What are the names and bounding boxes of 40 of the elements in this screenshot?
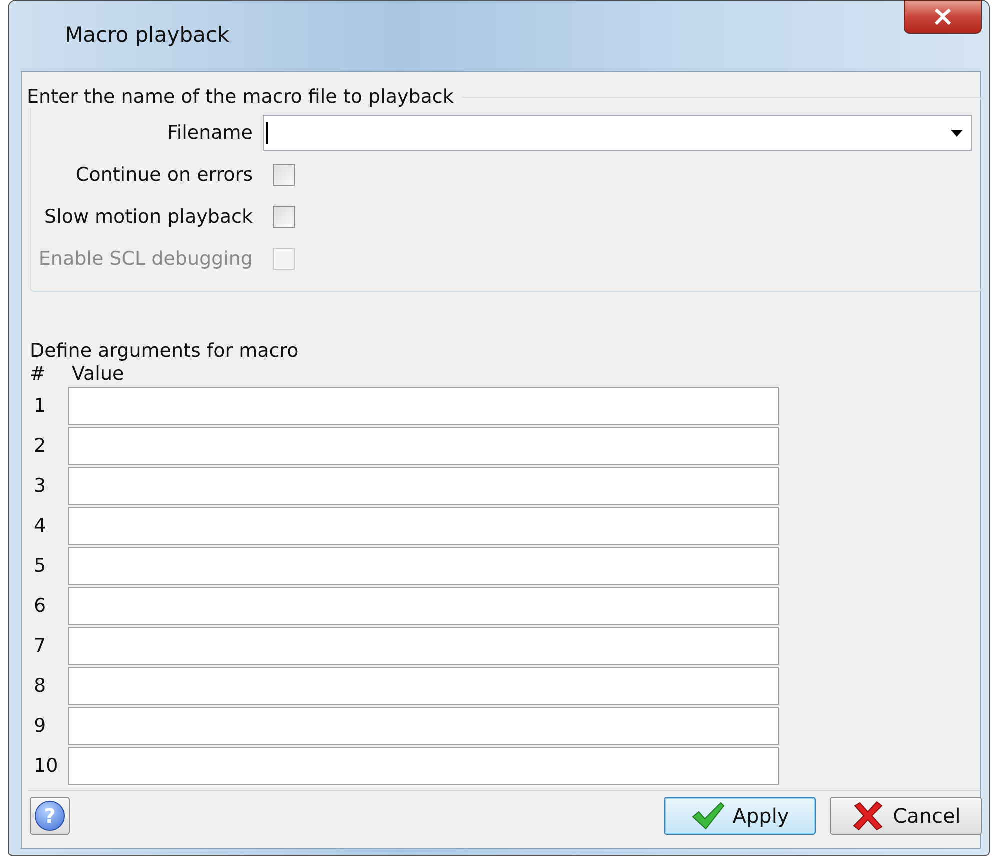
- checkbox[interactable]: [273, 206, 295, 228]
- filename-label: Filename: [166, 122, 253, 144]
- value-field[interactable]: [68, 387, 779, 425]
- close-icon: [934, 9, 952, 25]
- row-number: 10: [33, 755, 60, 777]
- row-number: 6: [33, 595, 48, 617]
- window-title: Macro playback: [65, 23, 230, 47]
- value-field[interactable]: [68, 507, 779, 545]
- cross-icon: [851, 801, 886, 831]
- row-number: 9: [33, 715, 48, 737]
- column-header: Value: [72, 363, 124, 385]
- value-field[interactable]: [68, 667, 779, 705]
- dropdown-icon: [951, 130, 963, 136]
- group-title: Enter the name of the macro file to playback: [26, 86, 455, 108]
- checkbox-label: Continue on errors: [74, 164, 253, 186]
- value-field[interactable]: [68, 587, 779, 625]
- row-number: 7: [33, 635, 48, 657]
- value-field[interactable]: [68, 707, 779, 745]
- close-button[interactable]: [904, 0, 982, 34]
- value-field[interactable]: [68, 427, 779, 465]
- row-number: 2: [33, 435, 48, 457]
- row-number: 4: [33, 515, 48, 537]
- row-number: 1: [33, 395, 48, 417]
- value-field[interactable]: [68, 547, 779, 585]
- value-field[interactable]: [68, 627, 779, 665]
- row-number: 8: [33, 675, 48, 697]
- column-header: #: [30, 363, 47, 385]
- checkbox[interactable]: [273, 164, 295, 186]
- row-number: 3: [33, 475, 48, 497]
- row-number: 5: [33, 555, 48, 577]
- filename-combo[interactable]: [263, 115, 972, 151]
- checkbox-label: Slow motion playback: [44, 206, 253, 228]
- checkmark-icon: [690, 801, 725, 831]
- checkbox-label: Enable SCL debugging: [38, 248, 253, 270]
- text-cursor: [266, 122, 268, 144]
- apply-button[interactable]: Apply: [664, 797, 816, 835]
- value-field[interactable]: [68, 747, 779, 785]
- cancel-button[interactable]: Cancel: [830, 797, 982, 835]
- arguments-title: Define arguments for macro: [30, 340, 300, 362]
- value-field[interactable]: [68, 467, 779, 505]
